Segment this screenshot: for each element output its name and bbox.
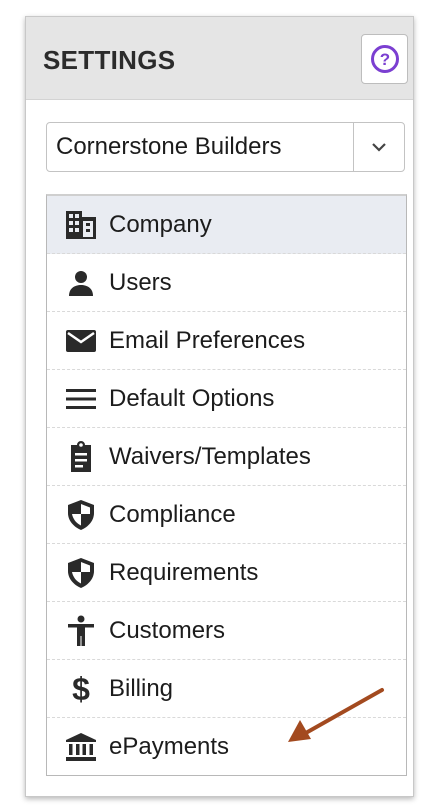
building-icon: [64, 208, 98, 242]
menu-item-waivers-templates[interactable]: Waivers/Templates: [47, 428, 406, 486]
dollar-icon: $: [64, 672, 98, 706]
menu-lines-icon: [64, 382, 98, 416]
menu-item-users[interactable]: Users: [47, 254, 406, 312]
menu-item-label: Customers: [109, 616, 226, 644]
help-button[interactable]: ?: [361, 34, 408, 84]
page-title: SETTINGS: [43, 45, 176, 75]
menu-item-label: Requirements: [109, 558, 259, 586]
question-circle-icon: ?: [370, 45, 399, 73]
menu-item-label: Email Preferences: [109, 326, 306, 354]
shield-icon: [64, 556, 98, 590]
envelope-icon: [64, 324, 98, 358]
menu-item-compliance[interactable]: Compliance: [47, 486, 406, 544]
chevron-down-icon[interactable]: [353, 123, 404, 171]
menu-item-requirements[interactable]: Requirements: [47, 544, 406, 602]
menu-item-label: Default Options: [109, 384, 275, 412]
menu-item-label: Users: [109, 268, 172, 296]
menu-item-default-options[interactable]: Default Options: [47, 370, 406, 428]
menu-item-label: Waivers/Templates: [109, 442, 311, 470]
menu-item-customers[interactable]: Customers: [47, 602, 406, 660]
menu-item-label: ePayments: [109, 733, 230, 760]
company-select[interactable]: Cornerstone Builders: [46, 122, 405, 172]
svg-text:?: ?: [379, 50, 389, 69]
menu-item-email-preferences[interactable]: Email Preferences: [47, 312, 406, 370]
panel-header: SETTINGS ?: [26, 17, 413, 100]
company-select-value: Cornerstone Builders: [56, 133, 282, 160]
menu-item-label: Billing: [109, 674, 174, 702]
shield-icon: [64, 498, 98, 532]
settings-panel: SETTINGS ? Cornerstone Builders Company …: [25, 16, 414, 797]
svg-text:$: $: [72, 672, 90, 706]
annotation-arrow: [288, 688, 384, 742]
person-icon: [64, 266, 98, 300]
menu-item-label: Company: [109, 210, 212, 238]
clipboard-icon: [64, 440, 98, 474]
accessibility-person-icon: [64, 614, 98, 648]
menu-item-label: Compliance: [109, 500, 236, 528]
menu-item-company[interactable]: Company: [47, 196, 406, 254]
bank-icon: [64, 730, 98, 764]
